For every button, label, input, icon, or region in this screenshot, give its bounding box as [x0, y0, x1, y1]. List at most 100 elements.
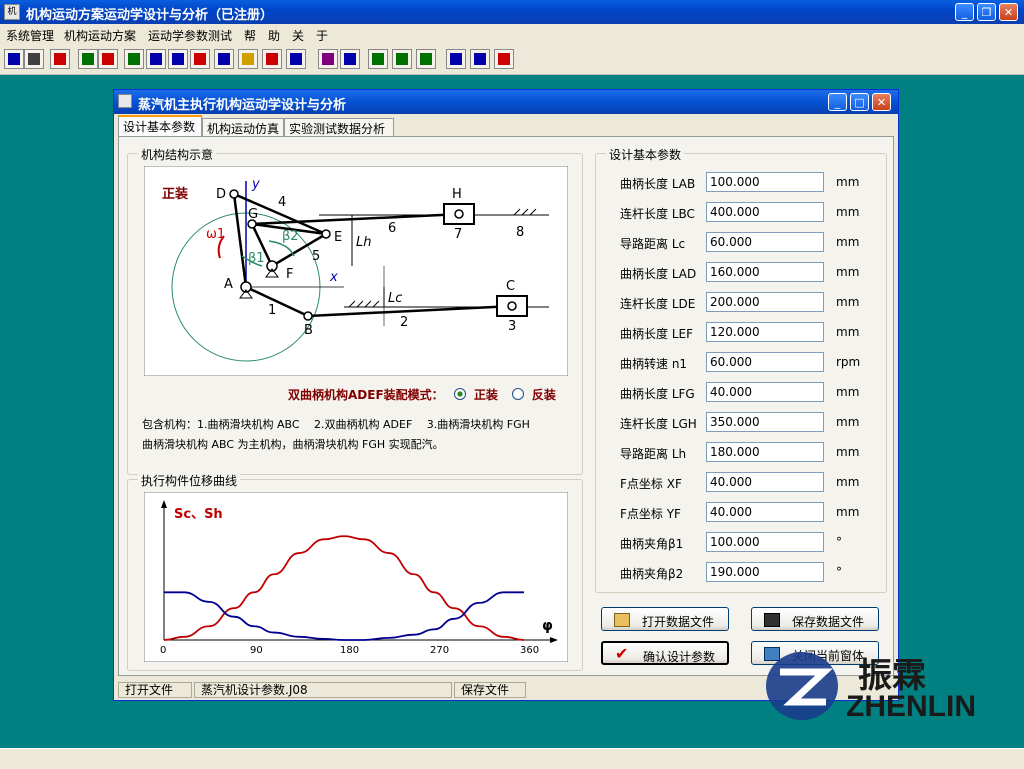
status-filename: 蒸汽机设计参数.J08: [194, 682, 452, 698]
point-b: B: [304, 323, 313, 338]
params-group: 设计基本参数 曲柄长度 LAB mm 连杆长度 LBC mm 导路距离 Lc mm 曲柄长度…: [595, 146, 887, 593]
param-label: F点坐标 YF: [620, 507, 681, 521]
point-d: D: [216, 187, 226, 202]
assembly-radio-normal[interactable]: 正装: [454, 386, 498, 403]
param-input[interactable]: [706, 202, 824, 222]
param-label: 曲柄转速 n1: [620, 357, 688, 371]
computer-icon[interactable]: [446, 49, 466, 69]
param-unit: mm: [836, 295, 860, 309]
param-label: 曲柄长度 LAD: [620, 267, 697, 281]
child-minimize-icon[interactable]: _: [828, 93, 847, 111]
child-title: 蒸汽机主执行机构运动学设计与分析: [138, 98, 347, 113]
menu-system[interactable]: 系统管理: [6, 27, 54, 44]
point-f: F: [286, 267, 293, 282]
param-unit: mm: [836, 475, 860, 489]
close-icon[interactable]: ✕: [999, 3, 1018, 21]
mechanism-icon[interactable]: [190, 49, 210, 69]
chart2-icon[interactable]: [98, 49, 118, 69]
mechanism3-icon[interactable]: [262, 49, 282, 69]
child-window-icon: [118, 94, 132, 108]
structure-group: 机构结构示意 y x 正装 D G E F A B H C 4 5 1 6 7 …: [127, 146, 583, 475]
axis-y-label: y: [251, 177, 260, 192]
print-icon[interactable]: [24, 49, 44, 69]
param-label: 曲柄长度 LFG: [620, 387, 695, 401]
tab-design-params[interactable]: 设计基本参数: [118, 115, 202, 137]
book-icon[interactable]: [318, 49, 338, 69]
status-save-file[interactable]: 保存文件: [454, 682, 526, 698]
chart-icon[interactable]: [78, 49, 98, 69]
tab-test-data[interactable]: 实验测试数据分析: [284, 118, 394, 136]
lc-label: Lc: [388, 291, 402, 306]
param-input[interactable]: [706, 232, 824, 252]
child-close-icon[interactable]: ✕: [872, 93, 891, 111]
chart3-icon[interactable]: [124, 49, 144, 69]
param-label: 连杆长度 LBC: [620, 207, 695, 221]
minimize-icon[interactable]: _: [955, 3, 974, 21]
param-unit: °: [836, 535, 842, 549]
omega-label: ω1: [206, 227, 225, 242]
param-input[interactable]: [706, 532, 824, 552]
x-tick-label: 270: [430, 645, 449, 656]
confirm-params-button[interactable]: ✔ 确认设计参数: [601, 641, 729, 665]
param-input[interactable]: [706, 382, 824, 402]
child-window: 蒸汽机主执行机构运动学设计与分析 _ □ ✕ 设计基本参数 机构运动仿真 实验测…: [113, 89, 899, 701]
param-input[interactable]: [706, 412, 824, 432]
edit-icon[interactable]: [368, 49, 388, 69]
checkmark-icon: ✔: [615, 644, 629, 663]
layout-icon[interactable]: [146, 49, 166, 69]
mechanism4-icon[interactable]: [286, 49, 306, 69]
param-input[interactable]: [706, 292, 824, 312]
link-3: 3: [508, 319, 516, 334]
screen-icon[interactable]: [392, 49, 412, 69]
params-group-title: 设计基本参数: [606, 146, 685, 163]
tab-simulation[interactable]: 机构运动仿真: [202, 118, 284, 136]
menu-mechanism[interactable]: 机构运动方案: [64, 27, 136, 44]
mechanism2-icon[interactable]: [214, 49, 234, 69]
monitor-icon[interactable]: [340, 49, 360, 69]
param-unit: mm: [836, 205, 860, 219]
param-label: 曲柄夹角β1: [620, 537, 684, 551]
tab-pane: 机构结构示意 y x 正装 D G E F A B H C 4 5 1 6 7 …: [118, 136, 894, 676]
menu-kinematics-test[interactable]: 运动学参数测试: [148, 27, 232, 44]
param-input[interactable]: [706, 562, 824, 582]
param-unit: rpm: [836, 355, 861, 369]
camera-icon[interactable]: [238, 49, 258, 69]
param-input[interactable]: [706, 322, 824, 342]
link-7: 7: [454, 227, 462, 242]
description-line1: 包含机构：1.曲柄滑块机构 ABC 2.双曲柄机构 ADEF 3.曲柄滑块机构 …: [142, 418, 530, 431]
param-input[interactable]: [706, 442, 824, 462]
chart-xlabel: φ: [542, 618, 553, 634]
layout2-icon[interactable]: [168, 49, 188, 69]
open-file-button[interactable]: 打开数据文件: [601, 607, 729, 631]
main-titlebar: 机 机构运动方案运动学设计与分析（已注册） _ ❐ ✕: [0, 0, 1024, 24]
child-titlebar: 蒸汽机主执行机构运动学设计与分析 _ □ ✕: [114, 90, 898, 114]
param-input[interactable]: [706, 352, 824, 372]
param-input[interactable]: [706, 262, 824, 282]
status-open-file[interactable]: 打开文件: [118, 682, 192, 698]
grid-icon[interactable]: [4, 49, 24, 69]
restore-icon[interactable]: ❐: [977, 3, 996, 21]
assembly-radio-reverse[interactable]: 反装: [512, 386, 556, 403]
screen2-icon[interactable]: [416, 49, 436, 69]
menu-help[interactable]: 帮 助: [244, 27, 280, 44]
calc-icon[interactable]: [470, 49, 490, 69]
param-unit: mm: [836, 505, 860, 519]
save-file-button[interactable]: 保存数据文件: [751, 607, 879, 631]
param-input[interactable]: [706, 502, 824, 522]
param-unit: mm: [836, 265, 860, 279]
param-unit: mm: [836, 415, 860, 429]
toolbar: [0, 44, 1024, 75]
curve-group: 执行构件位移曲线 Sc、Sh φ 0 90 180 270 360: [127, 472, 583, 671]
menu-about[interactable]: 关 于: [292, 27, 328, 44]
mode-text: 正装: [162, 186, 188, 202]
folder-icon[interactable]: [494, 49, 514, 69]
radio-checked-icon: [454, 388, 466, 400]
link-2: 2: [400, 315, 408, 330]
param-unit: mm: [836, 385, 860, 399]
param-input[interactable]: [706, 472, 824, 492]
delete-icon[interactable]: [50, 49, 70, 69]
param-label: 连杆长度 LGH: [620, 417, 697, 431]
child-maximize-icon[interactable]: □: [850, 93, 869, 111]
param-unit: mm: [836, 175, 860, 189]
param-input[interactable]: [706, 172, 824, 192]
